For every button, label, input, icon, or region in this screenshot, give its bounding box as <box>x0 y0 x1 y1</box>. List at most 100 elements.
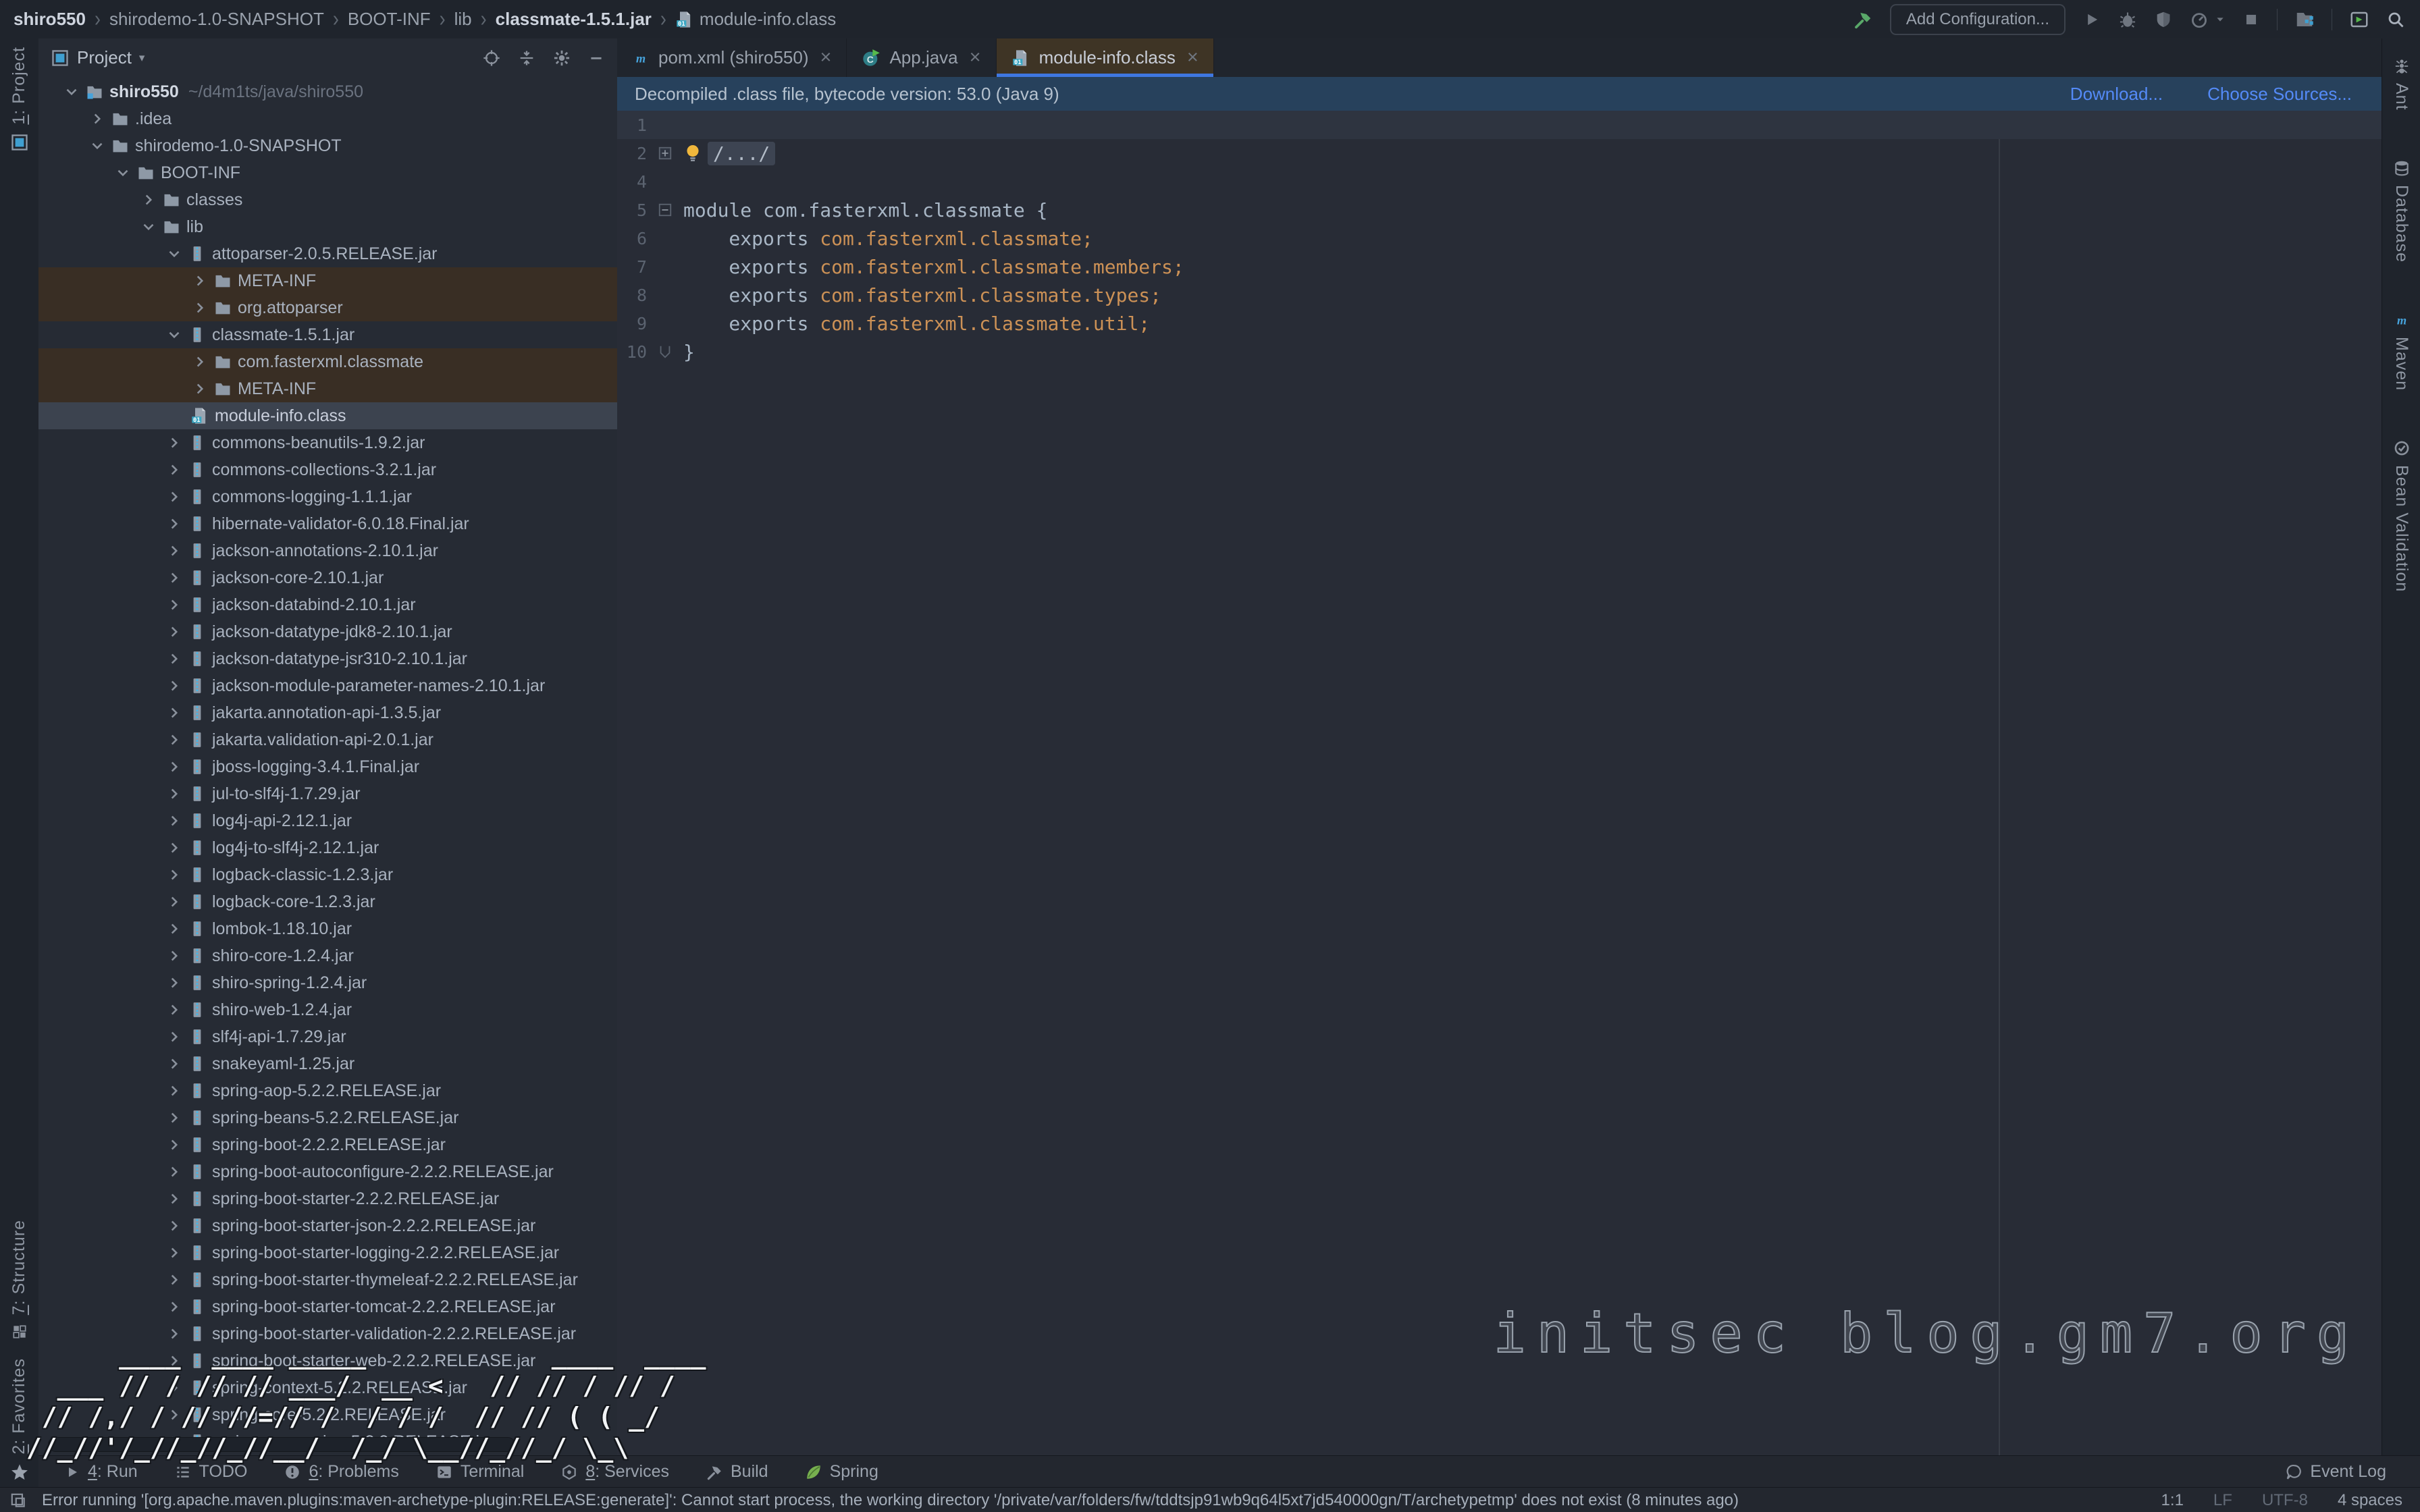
tree-row-spring-boot-starter-tomcat-2-2-2-release-jar[interactable]: spring-boot-starter-tomcat-2.2.2.RELEASE… <box>38 1293 617 1320</box>
toolwindow-button-6-problems[interactable]: 6: Problems <box>284 1462 398 1482</box>
line-number[interactable]: 4 <box>617 172 647 192</box>
chevron-right-icon[interactable] <box>188 272 211 290</box>
fold-marker-plus-icon[interactable] <box>647 146 683 161</box>
chevron-right-icon[interactable] <box>163 1244 186 1262</box>
tool-stripe-button-1-project[interactable]: 1: Project <box>9 47 29 152</box>
tree-row-spring-boot-autoconfigure-2-2-2-release-jar[interactable]: spring-boot-autoconfigure-2.2.2.RELEASE.… <box>38 1158 617 1185</box>
tree-row-jackson-annotations-2-10-1-jar[interactable]: jackson-annotations-2.10.1.jar <box>38 537 617 564</box>
tree-row-commons-beanutils-1-9-2-jar[interactable]: commons-beanutils-1.9.2.jar <box>38 429 617 456</box>
tree-row-jackson-core-2-10-1-jar[interactable]: jackson-core-2.10.1.jar <box>38 564 617 591</box>
tool-window-switcher-icon[interactable] <box>9 1492 27 1509</box>
tree-row-jackson-datatype-jsr310-2-10-1-jar[interactable]: jackson-datatype-jsr310-2.10.1.jar <box>38 645 617 672</box>
toolwindow-button-todo[interactable]: TODO <box>174 1462 248 1482</box>
chevron-right-icon[interactable] <box>188 380 211 398</box>
chevron-right-icon[interactable] <box>163 1163 186 1181</box>
chevron-right-icon[interactable] <box>163 488 186 506</box>
editor-tab-pom-xml-shiro550[interactable]: mpom.xml (shiro550)× <box>617 38 847 77</box>
close-icon[interactable]: × <box>1187 48 1199 68</box>
tree-row-jboss-logging-3-4-1-final-jar[interactable]: jboss-logging-3.4.1.Final.jar <box>38 753 617 780</box>
tool-stripe-button-7-structure[interactable]: 7: Structure <box>9 1220 29 1341</box>
chevron-right-icon[interactable] <box>163 650 186 668</box>
chevron-right-icon[interactable] <box>163 866 186 884</box>
tool-window-switcher-icon[interactable] <box>9 1492 27 1509</box>
chevron-right-icon[interactable] <box>163 434 186 452</box>
tool-stripe-button-maven[interactable]: mMaven <box>2392 311 2411 391</box>
collapse-all-icon[interactable] <box>517 49 536 68</box>
tree-row-module-info-class[interactable]: 01module-info.class <box>38 402 617 429</box>
tree-row-spring-aop-5-2-2-release-jar[interactable]: spring-aop-5.2.2.RELEASE.jar <box>38 1077 617 1104</box>
tree-row-jul-to-slf4j-1-7-29-jar[interactable]: jul-to-slf4j-1.7.29.jar <box>38 780 617 807</box>
tree-row-logback-core-1-2-3-jar[interactable]: logback-core-1.2.3.jar <box>38 888 617 915</box>
tree-row-shiro-core-1-2-4-jar[interactable]: shiro-core-1.2.4.jar <box>38 942 617 969</box>
chevron-down-icon[interactable] <box>137 218 160 236</box>
chevron-right-icon[interactable] <box>86 110 109 128</box>
line-number[interactable]: 2 <box>617 144 647 163</box>
tree-row-lib[interactable]: lib <box>38 213 617 240</box>
tree-row-meta-inf[interactable]: META-INF <box>38 267 617 294</box>
status-widget-utf-8[interactable]: UTF-8 <box>2262 1491 2308 1510</box>
fold-marker-minus-icon[interactable] <box>647 202 683 217</box>
chevron-right-icon[interactable] <box>163 1055 186 1073</box>
status-widget-1-1[interactable]: 1:1 <box>2161 1491 2184 1510</box>
chevron-right-icon[interactable] <box>163 731 186 749</box>
tree-row-jakarta-validation-api-2-0-1-jar[interactable]: jakarta.validation-api-2.0.1.jar <box>38 726 617 753</box>
tree-row-boot-inf[interactable]: BOOT-INF <box>38 159 617 186</box>
chevron-down-icon[interactable] <box>111 164 134 182</box>
tree-row-jackson-datatype-jdk8-2-10-1-jar[interactable]: jackson-datatype-jdk8-2.10.1.jar <box>38 618 617 645</box>
tree-row-attoparser-2-0-5-release-jar[interactable]: attoparser-2.0.5.RELEASE.jar <box>38 240 617 267</box>
search-everywhere-icon[interactable] <box>2386 10 2405 29</box>
banner-action-choose-sources[interactable]: Choose Sources... <box>2207 84 2352 105</box>
tree-row-shirodemo-1-0-snapshot[interactable]: shirodemo-1.0-SNAPSHOT <box>38 132 617 159</box>
tree-row-spring-boot-starter-json-2-2-2-release-jar[interactable]: spring-boot-starter-json-2.2.2.RELEASE.j… <box>38 1212 617 1239</box>
tree-row-hibernate-validator-6-0-18-final-jar[interactable]: hibernate-validator-6.0.18.Final.jar <box>38 510 617 537</box>
chevron-right-icon[interactable] <box>163 677 186 695</box>
tool-stripe-button-database[interactable]: Database <box>2392 159 2411 263</box>
line-number[interactable]: 5 <box>617 200 647 220</box>
chevron-right-icon[interactable] <box>163 623 186 641</box>
tree-row-jakarta-annotation-api-1-3-5-jar[interactable]: jakarta.annotation-api-1.3.5.jar <box>38 699 617 726</box>
tree-row-spring-boot-starter-logging-2-2-2-release-jar[interactable]: spring-boot-starter-logging-2.2.2.RELEAS… <box>38 1239 617 1266</box>
project-structure-icon[interactable] <box>2294 9 2315 30</box>
toolwindow-button-spring[interactable]: Spring <box>805 1462 878 1482</box>
tree-row-commons-collections-3-2-1-jar[interactable]: commons-collections-3.2.1.jar <box>38 456 617 483</box>
editor-tab-module-info-class[interactable]: 01module-info.class× <box>997 38 1214 77</box>
tool-stripe-button-bean-validation[interactable]: Bean Validation <box>2392 439 2411 592</box>
tree-row-log4j-api-2-12-1-jar[interactable]: log4j-api-2.12.1.jar <box>38 807 617 834</box>
toolwindow-button-build[interactable]: Build <box>706 1462 768 1482</box>
chevron-right-icon[interactable] <box>163 839 186 857</box>
profiler-icon[interactable] <box>2190 10 2209 29</box>
chevron-right-icon[interactable] <box>188 353 211 371</box>
breadcrumb-item-lib[interactable]: lib <box>454 9 472 30</box>
line-number[interactable]: 8 <box>617 286 647 305</box>
tree-row-lombok-1-18-10-jar[interactable]: lombok-1.18.10.jar <box>38 915 617 942</box>
chevron-right-icon[interactable] <box>163 461 186 479</box>
tool-stripe-button-ant[interactable]: Ant <box>2392 57 2411 111</box>
chevron-right-icon[interactable] <box>163 893 186 911</box>
chevron-right-icon[interactable] <box>163 542 186 560</box>
chevron-down-icon[interactable] <box>163 326 186 344</box>
chevron-right-icon[interactable] <box>163 1028 186 1046</box>
tree-row-commons-logging-1-1-1-jar[interactable]: commons-logging-1.1.1.jar <box>38 483 617 510</box>
chevron-down-icon[interactable] <box>60 83 83 101</box>
tree-row-org-attoparser[interactable]: org.attoparser <box>38 294 617 321</box>
line-number[interactable]: 7 <box>617 257 647 277</box>
toolwindow-button-event-log[interactable]: Event Log <box>2285 1462 2386 1482</box>
breadcrumb-item-classmate-1-5-1-jar[interactable]: classmate-1.5.1.jar <box>496 9 652 30</box>
chevron-down-icon[interactable] <box>86 137 109 155</box>
run-icon[interactable] <box>2082 10 2101 29</box>
chevron-right-icon[interactable] <box>163 596 186 614</box>
line-number[interactable]: 1 <box>617 115 647 135</box>
breadcrumb-item-shirodemo-1-0-snapshot[interactable]: shirodemo-1.0-SNAPSHOT <box>109 9 324 30</box>
fold-marker-end-icon[interactable] <box>647 344 683 359</box>
chevron-right-icon[interactable] <box>163 812 186 830</box>
debug-icon[interactable] <box>2118 10 2137 29</box>
tree-row-jackson-module-parameter-names-2-10-1-jar[interactable]: jackson-module-parameter-names-2.10.1.ja… <box>38 672 617 699</box>
add-configuration-button[interactable]: Add Configuration... <box>1890 4 2066 35</box>
chevron-right-icon[interactable] <box>163 920 186 938</box>
chevron-right-icon[interactable] <box>163 1217 186 1235</box>
coverage-icon[interactable] <box>2154 10 2173 29</box>
line-number[interactable]: 10 <box>617 342 647 362</box>
chevron-right-icon[interactable] <box>163 1190 186 1208</box>
tree-row-logback-classic-1-2-3-jar[interactable]: logback-classic-1.2.3.jar <box>38 861 617 888</box>
tree-row-idea[interactable]: .idea <box>38 105 617 132</box>
